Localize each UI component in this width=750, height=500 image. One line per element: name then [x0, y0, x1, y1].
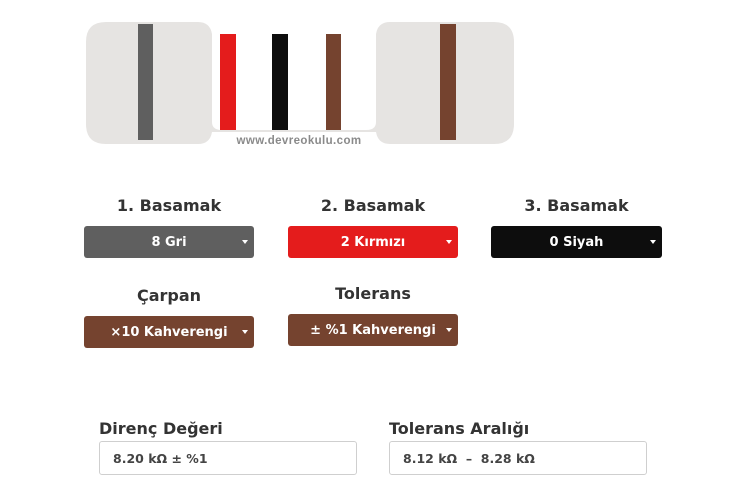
digit3-value: 0 Siyah	[549, 234, 604, 250]
tolerance-select[interactable]: ± %1 Kahverengi	[288, 314, 458, 346]
chevron-down-icon	[446, 328, 452, 332]
band-3-black	[272, 34, 288, 130]
resistor-graphic	[86, 22, 514, 144]
resistance-result: Direnç Değeri 8.20 kΩ ± %1	[99, 419, 357, 475]
tolerance-label: Tolerans	[335, 284, 411, 303]
chevron-down-icon	[446, 240, 452, 244]
tolerance-range-result: Tolerans Aralığı 8.12 kΩ – 8.28 kΩ	[389, 419, 647, 475]
tolerance-range-label: Tolerans Aralığı	[389, 419, 530, 438]
digit1-group: 1. Basamak 8 Gri	[84, 196, 254, 258]
digit1-select[interactable]: 8 Gri	[84, 226, 254, 258]
chevron-down-icon	[242, 330, 248, 334]
multiplier-label: Çarpan	[136, 286, 202, 305]
tolerance-range-output[interactable]: 8.12 kΩ – 8.28 kΩ	[389, 441, 647, 475]
resistance-label: Direnç Değeri	[99, 419, 223, 438]
digit2-group: 2. Basamak 2 Kırmızı	[288, 196, 458, 258]
band-2-red	[220, 34, 236, 130]
resistance-output[interactable]: 8.20 kΩ ± %1	[99, 441, 357, 475]
digit2-value: 2 Kırmızı	[340, 234, 406, 250]
digit1-value: 8 Gri	[151, 234, 187, 250]
tolerance-value: ± %1 Kahverengi	[310, 322, 436, 338]
chevron-down-icon	[650, 240, 656, 244]
multiplier-value: ×10 Kahverengi	[110, 324, 228, 340]
digit1-label: 1. Basamak	[116, 196, 222, 215]
digit2-select[interactable]: 2 Kırmızı	[288, 226, 458, 258]
watermark: www.devreokulu.com	[236, 135, 362, 147]
multiplier-group: Çarpan ×10 Kahverengi	[84, 286, 254, 348]
chevron-down-icon	[242, 240, 248, 244]
band-1-gray	[138, 24, 153, 140]
digit3-label: 3. Basamak	[524, 196, 629, 215]
digit3-group: 3. Basamak 0 Siyah	[491, 196, 662, 258]
digit3-select[interactable]: 0 Siyah	[491, 226, 662, 258]
tolerance-group: Tolerans ± %1 Kahverengi	[288, 284, 458, 346]
multiplier-select[interactable]: ×10 Kahverengi	[84, 316, 254, 348]
band-multiplier-brown	[326, 34, 341, 130]
band-tolerance-brown	[440, 24, 456, 140]
digit2-label: 2. Basamak	[320, 196, 426, 215]
